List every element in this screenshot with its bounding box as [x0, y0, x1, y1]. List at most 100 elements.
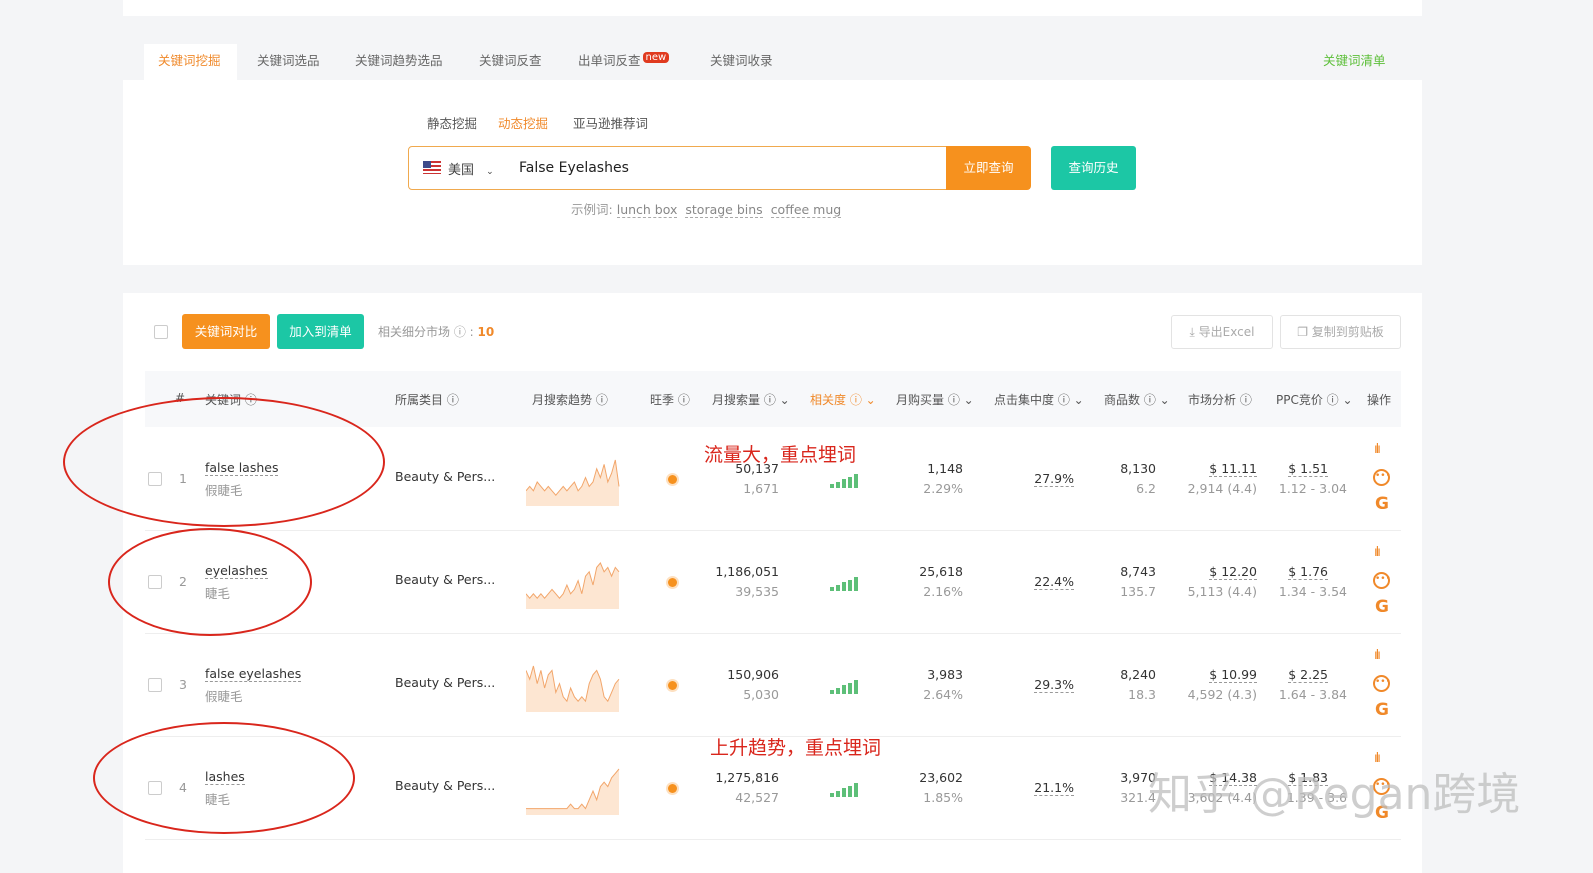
more-icon[interactable]: ••• — [1373, 675, 1391, 692]
copy-clipboard-button[interactable]: ❐ 复制到剪贴板 — [1280, 315, 1401, 349]
help-icon: ⓘ ⌄ — [846, 393, 876, 407]
column-header[interactable]: 市场分析 ⓘ — [1188, 391, 1252, 408]
click-concentration: 21.1% — [1034, 780, 1074, 796]
column-header[interactable]: 月搜索趋势 ⓘ — [532, 391, 608, 408]
relevance-bars — [830, 782, 860, 797]
category: Beauty & Pers... — [395, 778, 496, 793]
monthly-purchase: 3,983 — [927, 667, 963, 682]
trend-sparkline[interactable] — [526, 559, 620, 609]
search-box: 美国 ⌄ — [408, 146, 948, 190]
annotation-circle — [63, 397, 385, 527]
monthly-purchase: 1,148 — [927, 461, 963, 476]
main-tabs: 关键词挖掘 关键词选品 关键词趋势选品 关键词反查 出单词反查 new 关键词收录… — [123, 44, 1422, 80]
relevance-bar — [854, 474, 858, 488]
column-header[interactable]: 点击集中度 ⓘ ⌄ — [994, 391, 1084, 408]
column-header[interactable]: PPC竞价 ⓘ ⌄ — [1276, 391, 1353, 408]
product-count: 8,743 — [1120, 564, 1156, 579]
tab-keyword-index[interactable]: 关键词收录 — [696, 44, 787, 80]
relevance-bar — [836, 584, 840, 591]
monthly-search-sub: 39,535 — [735, 584, 779, 599]
relevance-bar — [842, 582, 846, 591]
ppc-bid[interactable]: $ 1.51 — [1288, 461, 1328, 477]
tab-keyword-products[interactable]: 关键词选品 — [243, 44, 334, 80]
example-link[interactable]: lunch box — [616, 202, 678, 218]
top-card — [123, 0, 1422, 16]
help-icon: ⓘ — [1236, 393, 1252, 407]
column-header[interactable]: 月购买量 ⓘ ⌄ — [896, 391, 974, 408]
subtab-static[interactable]: 静态挖掘 — [427, 113, 477, 132]
monthly-purchase: 23,602 — [919, 770, 963, 785]
subtab-amazon[interactable]: 亚马逊推荐词 — [573, 113, 648, 132]
select-all-checkbox[interactable] — [154, 325, 168, 339]
download-icon: ⤓ — [1189, 325, 1195, 339]
export-excel-button[interactable]: ⤓ 导出Excel — [1171, 315, 1273, 349]
subtab-dynamic[interactable]: 动态挖掘 — [498, 113, 548, 132]
column-header[interactable]: 操作 — [1367, 391, 1391, 408]
help-icon: ⓘ ⌄ — [944, 393, 974, 407]
relevance-bar — [848, 785, 852, 797]
country-select[interactable]: 美国 ⌄ — [448, 159, 494, 178]
tab-label: 关键词收录 — [710, 53, 773, 68]
google-icon[interactable]: G — [1375, 700, 1389, 720]
tab-keyword-mining[interactable]: 关键词挖掘 — [144, 44, 237, 80]
column-header[interactable]: 旺季 ⓘ — [650, 391, 690, 408]
avg-price[interactable]: $ 10.99 — [1209, 667, 1257, 683]
click-concentration: 27.9% — [1034, 471, 1074, 487]
help-icon: ⓘ — [453, 325, 466, 339]
relevance-bar — [830, 690, 834, 694]
row-number: 3 — [179, 677, 187, 692]
column-header[interactable]: 相关度 ⓘ ⌄ — [810, 391, 876, 408]
row-checkbox[interactable] — [148, 678, 162, 692]
add-to-list-button[interactable]: 加入到清单 — [277, 314, 364, 349]
product-ratio: 18.3 — [1128, 687, 1156, 702]
keyword-list-link[interactable]: 关键词清单 — [1309, 44, 1400, 80]
category: Beauty & Pers... — [395, 572, 496, 587]
trend-sparkline[interactable] — [526, 456, 620, 506]
tab-keyword-trend[interactable]: 关键词趋势选品 — [341, 44, 457, 80]
help-icon: ⓘ — [674, 393, 690, 407]
peak-season-dot — [668, 681, 677, 690]
trend-sparkline[interactable] — [526, 662, 620, 712]
google-icon[interactable]: G — [1375, 597, 1389, 617]
bar-chart-icon[interactable]: ılı — [1374, 545, 1381, 560]
compare-button[interactable]: 关键词对比 — [182, 314, 270, 349]
column-label: 相关度 — [810, 393, 847, 407]
relevance-bar — [848, 579, 852, 591]
bar-chart-icon[interactable]: ılı — [1374, 442, 1381, 457]
column-label: 旺季 — [650, 393, 675, 407]
market-label: 相关细分市场 — [378, 325, 451, 339]
product-count: 8,130 — [1120, 461, 1156, 476]
product-ratio: 6.2 — [1136, 481, 1156, 496]
keyword-link[interactable]: false eyelashes — [205, 666, 302, 682]
column-label: 月搜索趋势 — [532, 393, 593, 407]
annotation-trend: 上升趋势，重点埋词 — [710, 737, 882, 759]
avg-price[interactable]: $ 11.11 — [1209, 461, 1257, 477]
column-header[interactable]: 商品数 ⓘ ⌄ — [1104, 391, 1170, 408]
avg-price[interactable]: $ 12.20 — [1209, 564, 1257, 580]
trend-sparkline[interactable] — [526, 765, 620, 815]
help-icon: ⓘ ⌄ — [760, 393, 790, 407]
peak-season-dot — [668, 475, 677, 484]
more-icon[interactable]: ••• — [1373, 572, 1391, 589]
search-input[interactable] — [519, 157, 929, 179]
annotation-traffic: 流量大，重点埋词 — [704, 444, 857, 466]
monthly-search: 1,186,051 — [715, 564, 779, 579]
history-button[interactable]: 查询历史 — [1051, 146, 1136, 190]
tab-keyword-reverse[interactable]: 关键词反查 — [465, 44, 556, 80]
column-header[interactable]: 所属类目 ⓘ — [395, 391, 459, 408]
more-icon[interactable]: ••• — [1373, 469, 1391, 486]
bar-chart-icon[interactable]: ılı — [1374, 648, 1381, 663]
relevance-bar — [830, 587, 834, 591]
category: Beauty & Pers... — [395, 675, 496, 690]
ppc-bid[interactable]: $ 2.25 — [1288, 667, 1328, 683]
google-icon[interactable]: G — [1375, 494, 1389, 514]
example-link[interactable]: coffee mug — [770, 202, 842, 218]
us-flag-icon — [423, 161, 441, 174]
tab-order-reverse[interactable]: 出单词反查 new — [564, 44, 683, 80]
purchase-rate: 2.64% — [923, 687, 963, 702]
ppc-bid[interactable]: $ 1.76 — [1288, 564, 1328, 580]
search-button[interactable]: 立即查询 — [946, 146, 1031, 190]
table-row: 2 eyelashes 睫毛 Beauty & Pers... 1,186,051 39,… — [145, 531, 1401, 634]
example-link[interactable]: storage bins — [685, 202, 763, 218]
column-header[interactable]: 月搜索量 ⓘ ⌄ — [712, 391, 790, 408]
